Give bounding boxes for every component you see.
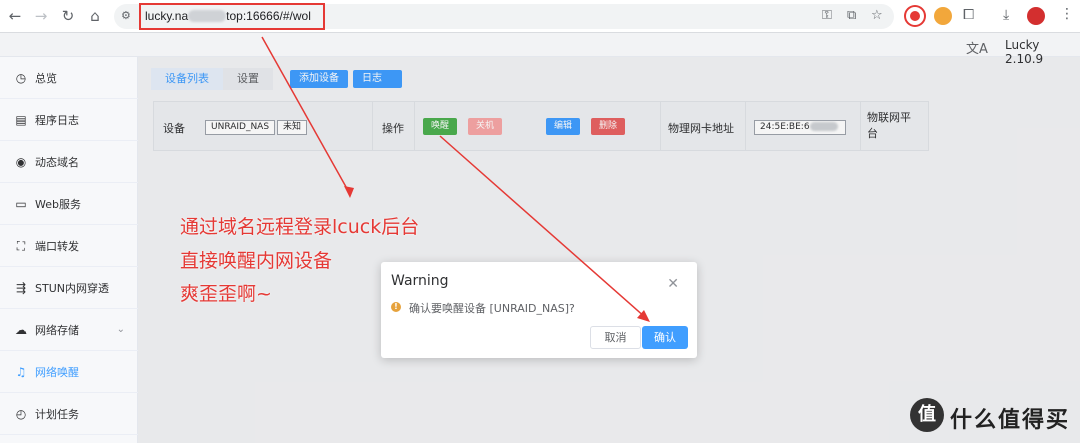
watermark-text: 什么值得买 bbox=[950, 408, 1071, 433]
sidebar-item-label: 端口转发 bbox=[35, 239, 79, 253]
sidebar-item-overview[interactable]: ◷ 总览 bbox=[0, 57, 138, 99]
stun-icon: ⇶ bbox=[15, 280, 27, 295]
sidebar-item-label: 网络存储 bbox=[35, 323, 79, 337]
download-icon[interactable]: ⤓ bbox=[1003, 7, 1009, 23]
sidebar-item-ddns[interactable]: ◉ 动态域名 bbox=[0, 141, 138, 183]
ddns-icon: ◉ bbox=[15, 154, 27, 169]
sidebar-item-label: Web服务 bbox=[35, 197, 81, 211]
site-settings-icon[interactable]: ⚙ bbox=[121, 9, 135, 23]
install-app-icon[interactable]: ⧉ bbox=[847, 8, 856, 23]
confirm-button[interactable]: 确认 bbox=[642, 326, 688, 349]
annotation-line-2: 直接唤醒内网设备 bbox=[180, 250, 333, 272]
sidebar-item-schedule[interactable]: ◴ 计划任务 bbox=[0, 393, 138, 435]
log-icon: ▤ bbox=[15, 112, 27, 127]
sidebar-item-label: 总览 bbox=[35, 71, 57, 85]
watermark-logo: 值 bbox=[910, 398, 944, 432]
extensions-icon[interactable]: ⧠ bbox=[963, 7, 974, 23]
back-icon[interactable]: ← bbox=[5, 6, 25, 26]
sidebar-item-storage[interactable]: ☁ 网络存储 ⌄ bbox=[0, 309, 138, 351]
annotation-line-1: 通过域名远程登录lcuck后台 bbox=[180, 216, 420, 238]
bookmark-star-icon[interactable]: ☆ bbox=[871, 8, 883, 23]
sidebar-item-label: 网络唤醒 bbox=[35, 365, 79, 379]
password-key-icon[interactable]: ⚿ bbox=[822, 8, 832, 23]
clock-icon: ◴ bbox=[15, 406, 27, 421]
sidebar-item-label: 计划任务 bbox=[35, 407, 79, 421]
sidebar-item-label: STUN内网穿透 bbox=[35, 281, 109, 295]
cancel-button[interactable]: 取消 bbox=[590, 326, 641, 349]
web-icon: ▭ bbox=[15, 196, 27, 211]
forward-icon[interactable]: → bbox=[31, 6, 51, 26]
bell-icon: ♫ bbox=[15, 364, 27, 379]
app-header bbox=[0, 33, 1080, 57]
dialog-title: Warning bbox=[391, 273, 449, 289]
annotation-line-3: 爽歪歪啊~ bbox=[180, 283, 272, 305]
sidebar-item-wol[interactable]: ♫ 网络唤醒 bbox=[0, 351, 138, 393]
sidebar-item-logs[interactable]: ▤ 程序日志 bbox=[0, 99, 138, 141]
cloud-storage-icon: ☁ bbox=[15, 322, 27, 337]
confirm-dialog: Warning ✕ ! 确认要唤醒设备 [UNRAID_NAS]? 取消 确认 bbox=[381, 262, 697, 358]
translate-icon[interactable]: 文A bbox=[966, 38, 988, 57]
sidebar-item-port-forward[interactable]: ⛶ 端口转发 bbox=[0, 225, 138, 267]
warning-icon: ! bbox=[391, 302, 401, 312]
sidebar: ◷ 总览 ▤ 程序日志 ◉ 动态域名 ▭ Web服务 ⛶ 端口转发 ⇶ STUN内网穿透 ☁… bbox=[0, 57, 138, 443]
menu-dots-icon[interactable]: ⋮ bbox=[1060, 6, 1074, 22]
browser-toolbar: ← → ↻ ⌂ ⚙ lucky.na top:16666/#/wol ⚿ ⧉ ☆ … bbox=[0, 0, 1080, 33]
sidebar-item-label: 动态域名 bbox=[35, 155, 79, 169]
port-forward-icon: ⛶ bbox=[16, 238, 26, 253]
cookie-extension-icon[interactable] bbox=[934, 7, 952, 25]
reload-icon[interactable]: ↻ bbox=[58, 6, 78, 26]
profile-avatar-icon[interactable] bbox=[1027, 7, 1045, 25]
dashboard-icon: ◷ bbox=[15, 70, 27, 85]
sidebar-item-stun[interactable]: ⇶ STUN内网穿透 bbox=[0, 267, 138, 309]
sidebar-item-web[interactable]: ▭ Web服务 bbox=[0, 183, 138, 225]
home-icon[interactable]: ⌂ bbox=[85, 6, 105, 26]
dialog-message: 确认要唤醒设备 [UNRAID_NAS]? bbox=[409, 302, 575, 315]
sidebar-item-label: 程序日志 bbox=[35, 113, 79, 127]
opera-extension-icon[interactable] bbox=[906, 7, 924, 25]
close-icon[interactable]: ✕ bbox=[667, 276, 679, 292]
url-highlight-box bbox=[139, 3, 325, 30]
chevron-down-icon: ⌄ bbox=[116, 324, 125, 335]
